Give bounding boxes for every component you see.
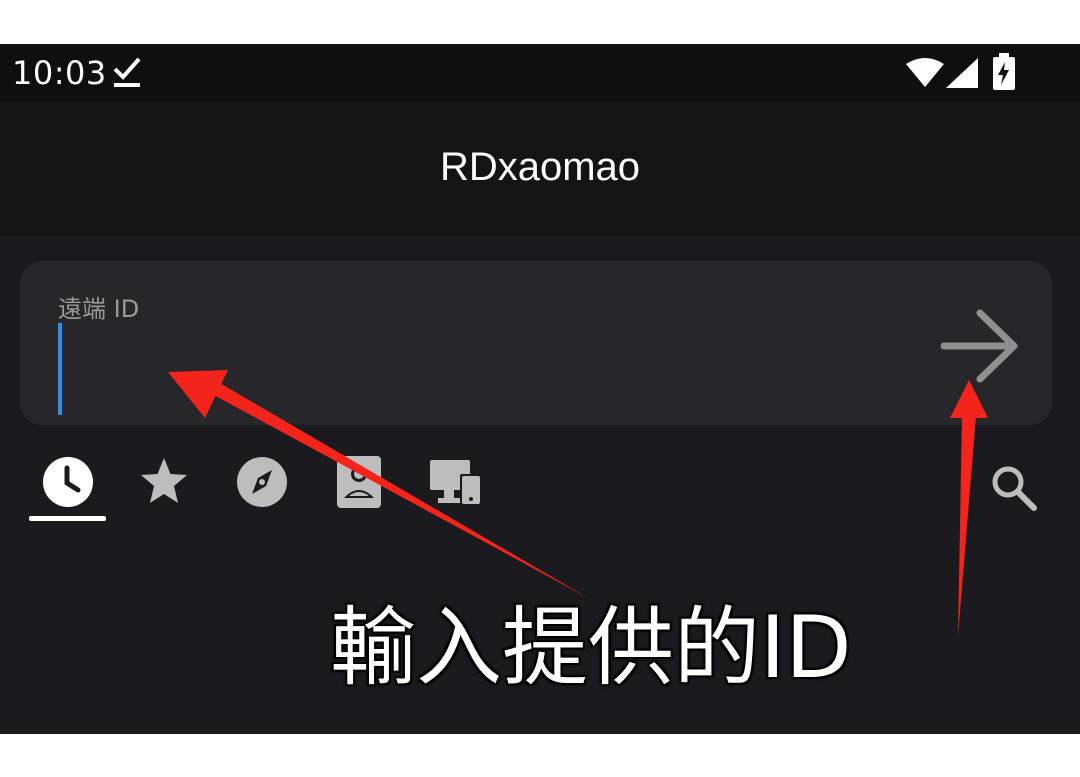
selected-tab-indicator	[29, 516, 106, 521]
status-bar: 10:03	[0, 44, 1080, 101]
compass-icon[interactable]	[234, 454, 290, 510]
battery-charging-icon	[993, 53, 1015, 90]
annotation-caption: 輸入提供的ID	[330, 598, 852, 698]
contact-icon[interactable]	[332, 454, 388, 510]
status-time: 10:03	[12, 54, 107, 92]
clock-icon[interactable]	[40, 454, 96, 510]
search-icon[interactable]	[988, 462, 1040, 514]
download-done-icon	[113, 57, 141, 87]
text-cursor	[58, 323, 62, 415]
star-icon[interactable]	[136, 454, 192, 510]
remote-id-field[interactable]: 遠端 ID	[20, 261, 1052, 425]
cell-signal-icon	[946, 58, 978, 88]
arrow-right-icon[interactable]	[940, 305, 1022, 387]
app-title: RDxaomao	[439, 145, 641, 189]
app-bar: RDxaomao	[0, 101, 1080, 236]
remote-id-label: 遠端 ID	[58, 295, 140, 323]
devices-icon[interactable]	[428, 454, 484, 510]
wifi-icon	[906, 58, 944, 87]
